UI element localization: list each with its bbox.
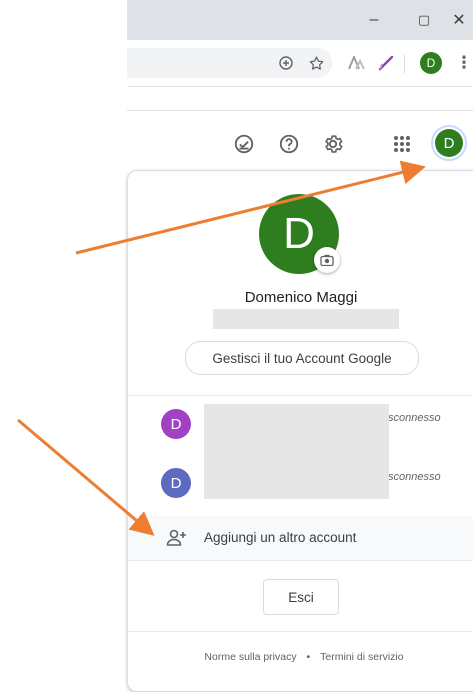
close-button[interactable]: ✕ bbox=[445, 8, 473, 32]
help-icon[interactable] bbox=[276, 131, 302, 157]
panel-divider bbox=[128, 631, 473, 632]
header-divider bbox=[127, 110, 473, 111]
accounts-redacted-block bbox=[204, 404, 389, 499]
terms-of-service-link[interactable]: Termini di servizio bbox=[320, 651, 403, 663]
settings-gear-icon[interactable] bbox=[320, 131, 346, 157]
sign-out-button[interactable]: Esci bbox=[263, 579, 339, 615]
account-panel: D Domenico Maggi Gestisci il tuo Account… bbox=[127, 170, 473, 692]
email-redacted-block bbox=[213, 309, 399, 329]
offline-status-icon[interactable] bbox=[231, 131, 257, 157]
panel-divider bbox=[128, 560, 473, 561]
manage-account-button[interactable]: Gestisci il tuo Account Google bbox=[185, 341, 419, 375]
bookmark-star-icon[interactable] bbox=[303, 50, 329, 76]
change-photo-camera-icon[interactable] bbox=[314, 247, 340, 273]
footer-separator: • bbox=[306, 651, 311, 663]
add-account-row[interactable]: Aggiungi un altro account bbox=[128, 516, 473, 560]
minimize-button[interactable]: – bbox=[360, 8, 388, 32]
toolbar-divider bbox=[404, 55, 405, 73]
chrome-menu-icon[interactable]: ⋮ bbox=[451, 50, 473, 76]
pen-extension-icon[interactable] bbox=[373, 50, 399, 76]
browser-title-bar: – ▢ ✕ bbox=[127, 0, 473, 40]
panel-divider bbox=[128, 395, 473, 396]
account-status-text: sconnesso bbox=[388, 471, 441, 483]
address-bar[interactable] bbox=[127, 48, 332, 78]
account-avatar: D bbox=[161, 468, 191, 498]
header-account-avatar[interactable]: D bbox=[435, 129, 463, 157]
zoom-icon[interactable] bbox=[273, 50, 299, 76]
browser-profile-avatar[interactable]: D bbox=[420, 52, 442, 74]
apps-grid-icon[interactable] bbox=[389, 131, 415, 157]
extension-icon[interactable] bbox=[343, 50, 369, 76]
account-avatar: D bbox=[161, 409, 191, 439]
panel-footer: Norme sulla privacy • Termini di servizi… bbox=[128, 651, 473, 663]
account-status-text: sconnesso bbox=[388, 412, 441, 424]
person-add-icon bbox=[166, 528, 188, 548]
add-account-label: Aggiungi un altro account bbox=[204, 530, 357, 545]
privacy-policy-link[interactable]: Norme sulla privacy bbox=[204, 651, 296, 663]
account-user-name: Domenico Maggi bbox=[244, 289, 358, 306]
maximize-button[interactable]: ▢ bbox=[410, 8, 438, 32]
